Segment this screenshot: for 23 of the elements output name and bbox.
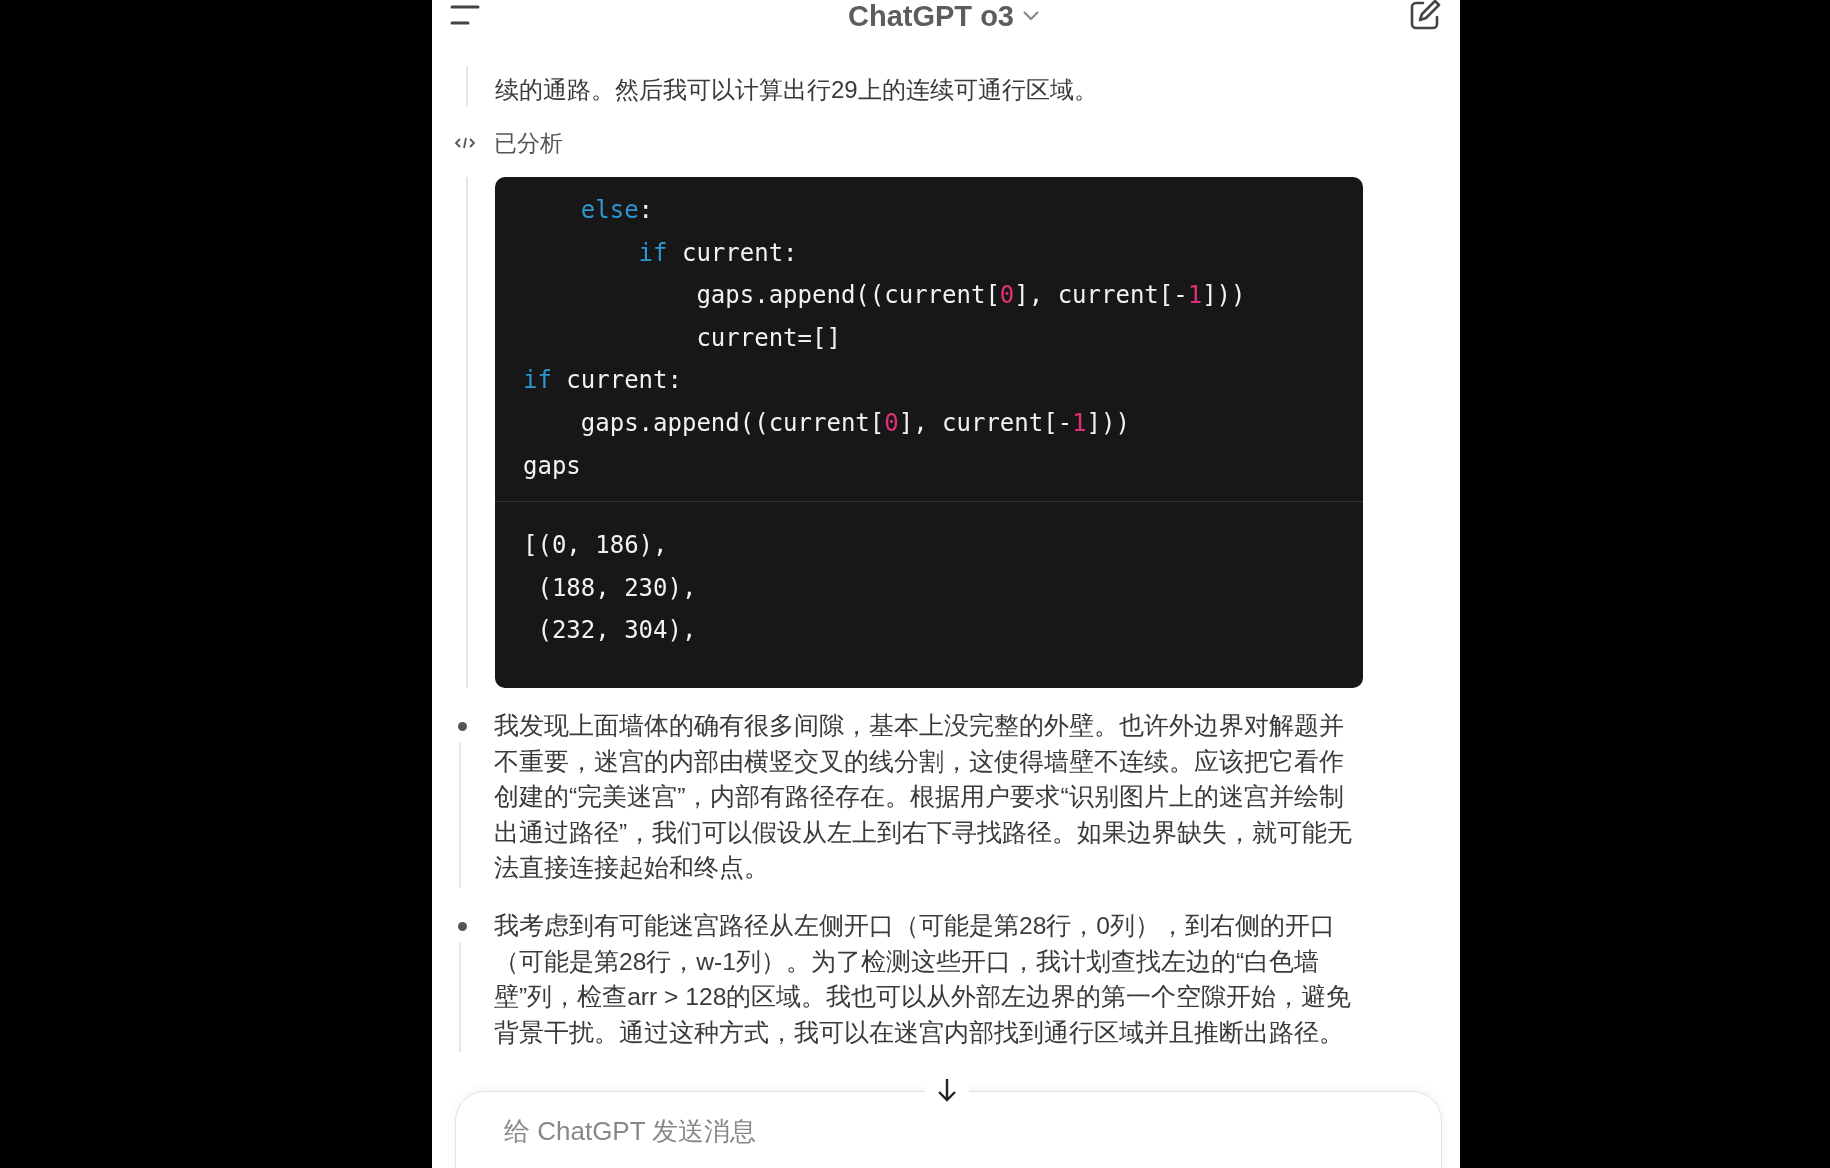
bullet-dot [457,921,467,931]
code-line: gaps.append((current[0], current[-1])) [695,280,1247,312]
output-line: (188, 230), [536,572,698,604]
chevron-down-icon [1022,10,1040,22]
model-selector[interactable]: ChatGPT o3 [848,0,1040,33]
code-line: gaps.append((current[0], current[-1])) [579,407,1131,439]
arrow-down-icon [936,1077,958,1103]
code-line: if current: [523,365,683,397]
output-line: (232, 304), [536,615,698,647]
message-input[interactable]: 给 ChatGPT 发送消息 [455,1091,1442,1168]
bullet-dot [457,722,467,731]
new-chat-icon[interactable] [1408,0,1442,32]
code-line: gaps [523,450,582,482]
output-line: [(0, 186), [523,530,669,562]
code-line: current=[] [695,322,842,354]
paragraph-line: 续的通路。然后我可以计算出行29上的连续可通行区域。 [495,75,1099,105]
menu-icon[interactable] [450,4,480,26]
code-icon [454,136,476,150]
code-line: else: [579,195,655,226]
bullet-paragraph: 我发现上面墙体的确有很多间隙，基本上没完整的外壁。也许外边界对解题并不重要，迷宫的内部由横竖交叉的线分割，这使得墙壁不连续。应该把它看作创建的“完美迷宫”，内部有路径存在。根据用户要求“识别图片上的迷宫并绘制出通过路径”，我们可以假设从左上到右下寻找路径。如果边界缺失，就可能无法直接连接起始和终点。 [494,711,1354,884]
bullet-paragraph: 我考虑到有可能迷宫路径从左侧开口（可能是第28行，0列），到右侧的开口（可能是第28行，w-1列）。为了检测这些开口，我计划查找左边的“白色墙壁”列，检查arr > 128的区域。我也可以从外部左边界的第一个空隙开始，避免背景干扰。通过这种方式，我可以在迷宫内部找到通行区域并且推断出路径。 [494,910,1353,1048]
analyzed-label: 已分析 [494,128,563,158]
code-line: if current: [637,237,799,269]
